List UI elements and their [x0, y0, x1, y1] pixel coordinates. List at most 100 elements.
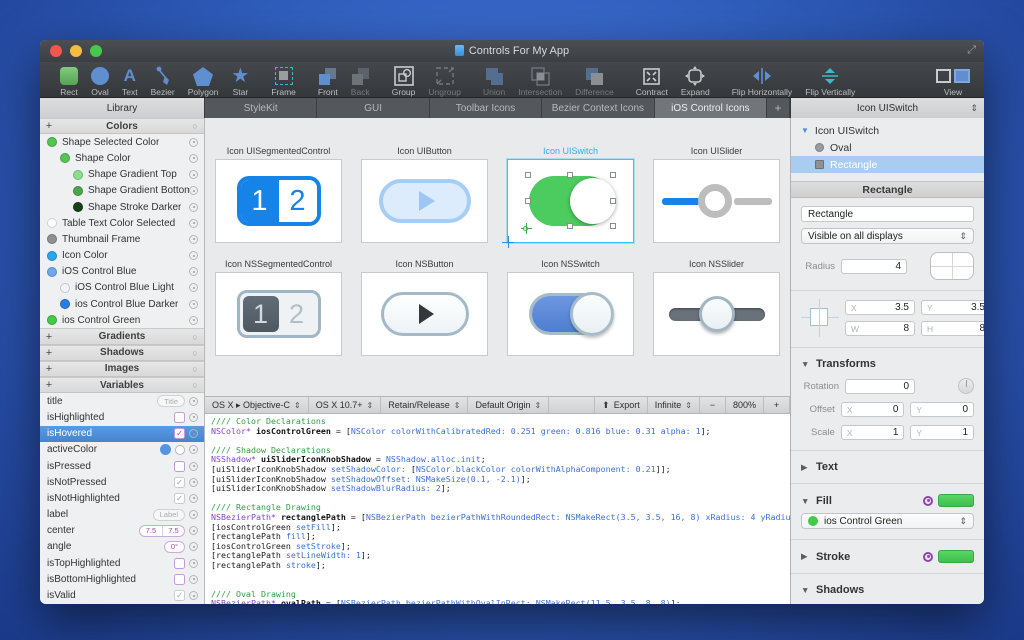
variable-item-title[interactable]: titleTitle: [40, 393, 204, 409]
variable-checkbox[interactable]: ✓: [174, 590, 185, 601]
tab-gui[interactable]: GUI: [317, 98, 429, 118]
section-header-colors[interactable]: +Colors○: [40, 118, 204, 134]
variable-item-angle[interactable]: angle0°: [40, 539, 204, 555]
difference-button[interactable]: Difference: [575, 64, 614, 97]
artboard-icon-nsswitch[interactable]: Icon NSSwitch: [507, 259, 634, 356]
tab-bezier-context-icons[interactable]: Bezier Context Icons: [542, 98, 654, 118]
layer-oval[interactable]: Oval: [791, 139, 984, 156]
canvas-size-select[interactable]: Infinite⇕: [648, 397, 700, 413]
target-icon[interactable]: [189, 300, 198, 309]
frame-button[interactable]: Frame: [271, 64, 296, 97]
contract-button[interactable]: Contract: [636, 64, 668, 97]
target-icon[interactable]: [189, 186, 198, 195]
expand-button[interactable]: Expand: [681, 64, 710, 97]
variable-item-isNotHighlighted[interactable]: isNotHighlighted✓: [40, 490, 204, 506]
variable-item-label[interactable]: labelLabel: [40, 507, 204, 523]
zoom-out-button[interactable]: −: [700, 397, 726, 413]
target-icon[interactable]: [189, 494, 198, 503]
text-button[interactable]: AText: [122, 64, 138, 97]
tab-ios-control-icons[interactable]: iOS Control Icons: [655, 98, 767, 118]
polygon-button[interactable]: Polygon: [188, 64, 219, 97]
target-icon[interactable]: [189, 510, 198, 519]
export-button[interactable]: ⬆Export: [595, 397, 648, 413]
variable-checkbox[interactable]: ✓: [174, 493, 185, 504]
color-item[interactable]: Shape Selected Color: [40, 134, 204, 150]
anchor-widget[interactable]: [801, 299, 839, 337]
artboard-icon-uiswitch[interactable]: Icon UISwitch: [507, 146, 634, 243]
section-header-shadows[interactable]: +Shadows○: [40, 345, 204, 361]
fullscreen-icon[interactable]: ⤢: [967, 44, 976, 57]
filter-icon[interactable]: ○: [186, 348, 204, 358]
artboard-icon-nssegmentedcontrol[interactable]: Icon NSSegmentedControl12: [215, 259, 342, 356]
variable-item-isHighlighted[interactable]: isHighlighted: [40, 409, 204, 425]
zoom-in-button[interactable]: +: [764, 397, 790, 413]
layer-rectangle[interactable]: Rectangle: [791, 156, 984, 173]
section-header-gradients[interactable]: +Gradients○: [40, 328, 204, 344]
selection-handle[interactable]: [525, 172, 531, 178]
variable-item-isHovered[interactable]: isHovered✓: [40, 426, 204, 442]
radius-field[interactable]: 4: [841, 259, 907, 274]
target-icon[interactable]: [189, 559, 198, 568]
layer-icon-uiswitch[interactable]: ▼Icon UISwitch: [791, 122, 984, 139]
color-item[interactable]: iOS Control Blue: [40, 264, 204, 280]
variable-checkbox[interactable]: [174, 461, 185, 472]
view-button[interactable]: View: [936, 64, 970, 97]
selection-handle[interactable]: [610, 198, 616, 204]
scale-x-field[interactable]: X1: [841, 425, 905, 440]
variable-item-isNotPressed[interactable]: isNotPressed✓: [40, 474, 204, 490]
selection-handle[interactable]: [610, 172, 616, 178]
variable-item-isTopHighlighted[interactable]: isTopHighlighted: [40, 555, 204, 571]
code-view[interactable]: //// Color DeclarationsNSColor* iosContr…: [205, 414, 790, 604]
target-icon[interactable]: [189, 413, 198, 422]
variable-checkbox[interactable]: ✓: [174, 428, 185, 439]
target-icon[interactable]: [189, 203, 198, 212]
target-icon[interactable]: [189, 397, 198, 406]
add-icon[interactable]: +: [40, 379, 58, 391]
code-select-retain-release[interactable]: Retain/Release⇕: [381, 397, 468, 413]
library-panel-header[interactable]: Library: [40, 98, 205, 118]
color-item[interactable]: Shape Gradient Bottom: [40, 183, 204, 199]
canvas[interactable]: Icon UISegmentedControl12Icon UIButtonIc…: [205, 118, 790, 396]
target-icon[interactable]: [189, 591, 198, 600]
code-select-os-x-10-7-[interactable]: OS X 10.7+⇕: [309, 397, 381, 413]
stroke-section-header[interactable]: ▶ Stroke: [801, 550, 974, 563]
y-field[interactable]: Y3.5: [921, 300, 984, 315]
color-item[interactable]: Table Text Color Selected: [40, 215, 204, 231]
variable-field[interactable]: Label: [153, 509, 185, 521]
selection-handle[interactable]: [610, 223, 616, 229]
filter-icon[interactable]: ○: [186, 380, 204, 390]
variable-checkbox[interactable]: ✓: [174, 477, 185, 488]
color-item[interactable]: iOS Control Blue Light: [40, 280, 204, 296]
inspector-panel-header[interactable]: Icon UISwitch⇕: [790, 98, 984, 118]
fill-color-select[interactable]: ios Control Green ⇕: [801, 513, 974, 529]
code-select-os-x-objective-c[interactable]: OS X ▸ Objective-C⇕: [205, 397, 309, 413]
stroke-color-swatch[interactable]: [938, 550, 974, 563]
corner-radius-widget[interactable]: [930, 252, 974, 280]
artboard-icon-nsbutton[interactable]: Icon NSButton: [361, 259, 488, 356]
target-icon[interactable]: [189, 462, 198, 471]
target-icon[interactable]: [189, 526, 198, 535]
radio-icon[interactable]: [175, 445, 185, 455]
color-item[interactable]: Thumbnail Frame: [40, 231, 204, 247]
add-icon[interactable]: +: [40, 347, 58, 359]
filter-icon[interactable]: ○: [186, 364, 204, 374]
variable-field[interactable]: 0°: [164, 541, 185, 553]
width-field[interactable]: W8: [845, 321, 915, 336]
intersection-button[interactable]: Intersection: [518, 64, 562, 97]
scale-y-field[interactable]: Y1: [910, 425, 974, 440]
color-item[interactable]: Shape Color: [40, 150, 204, 166]
oval-button[interactable]: Oval: [91, 64, 109, 97]
variable-item-activeColor[interactable]: activeColor: [40, 442, 204, 458]
color-item[interactable]: ios Control Blue Darker: [40, 296, 204, 312]
artboard-icon-uisegmentedcontrol[interactable]: Icon UISegmentedControl12: [215, 146, 342, 243]
target-icon[interactable]: [189, 575, 198, 584]
offset-x-field[interactable]: X0: [841, 402, 905, 417]
artboard-icon-nsslider[interactable]: Icon NSSlider: [653, 259, 780, 356]
fill-target-icon[interactable]: [923, 496, 933, 506]
variable-item-isPressed[interactable]: isPressed: [40, 458, 204, 474]
color-item[interactable]: Icon Color: [40, 248, 204, 264]
offset-y-field[interactable]: Y0: [910, 402, 974, 417]
target-icon[interactable]: [189, 445, 198, 454]
variable-item-center[interactable]: center7.57.5: [40, 523, 204, 539]
front-button[interactable]: Front: [318, 64, 338, 97]
